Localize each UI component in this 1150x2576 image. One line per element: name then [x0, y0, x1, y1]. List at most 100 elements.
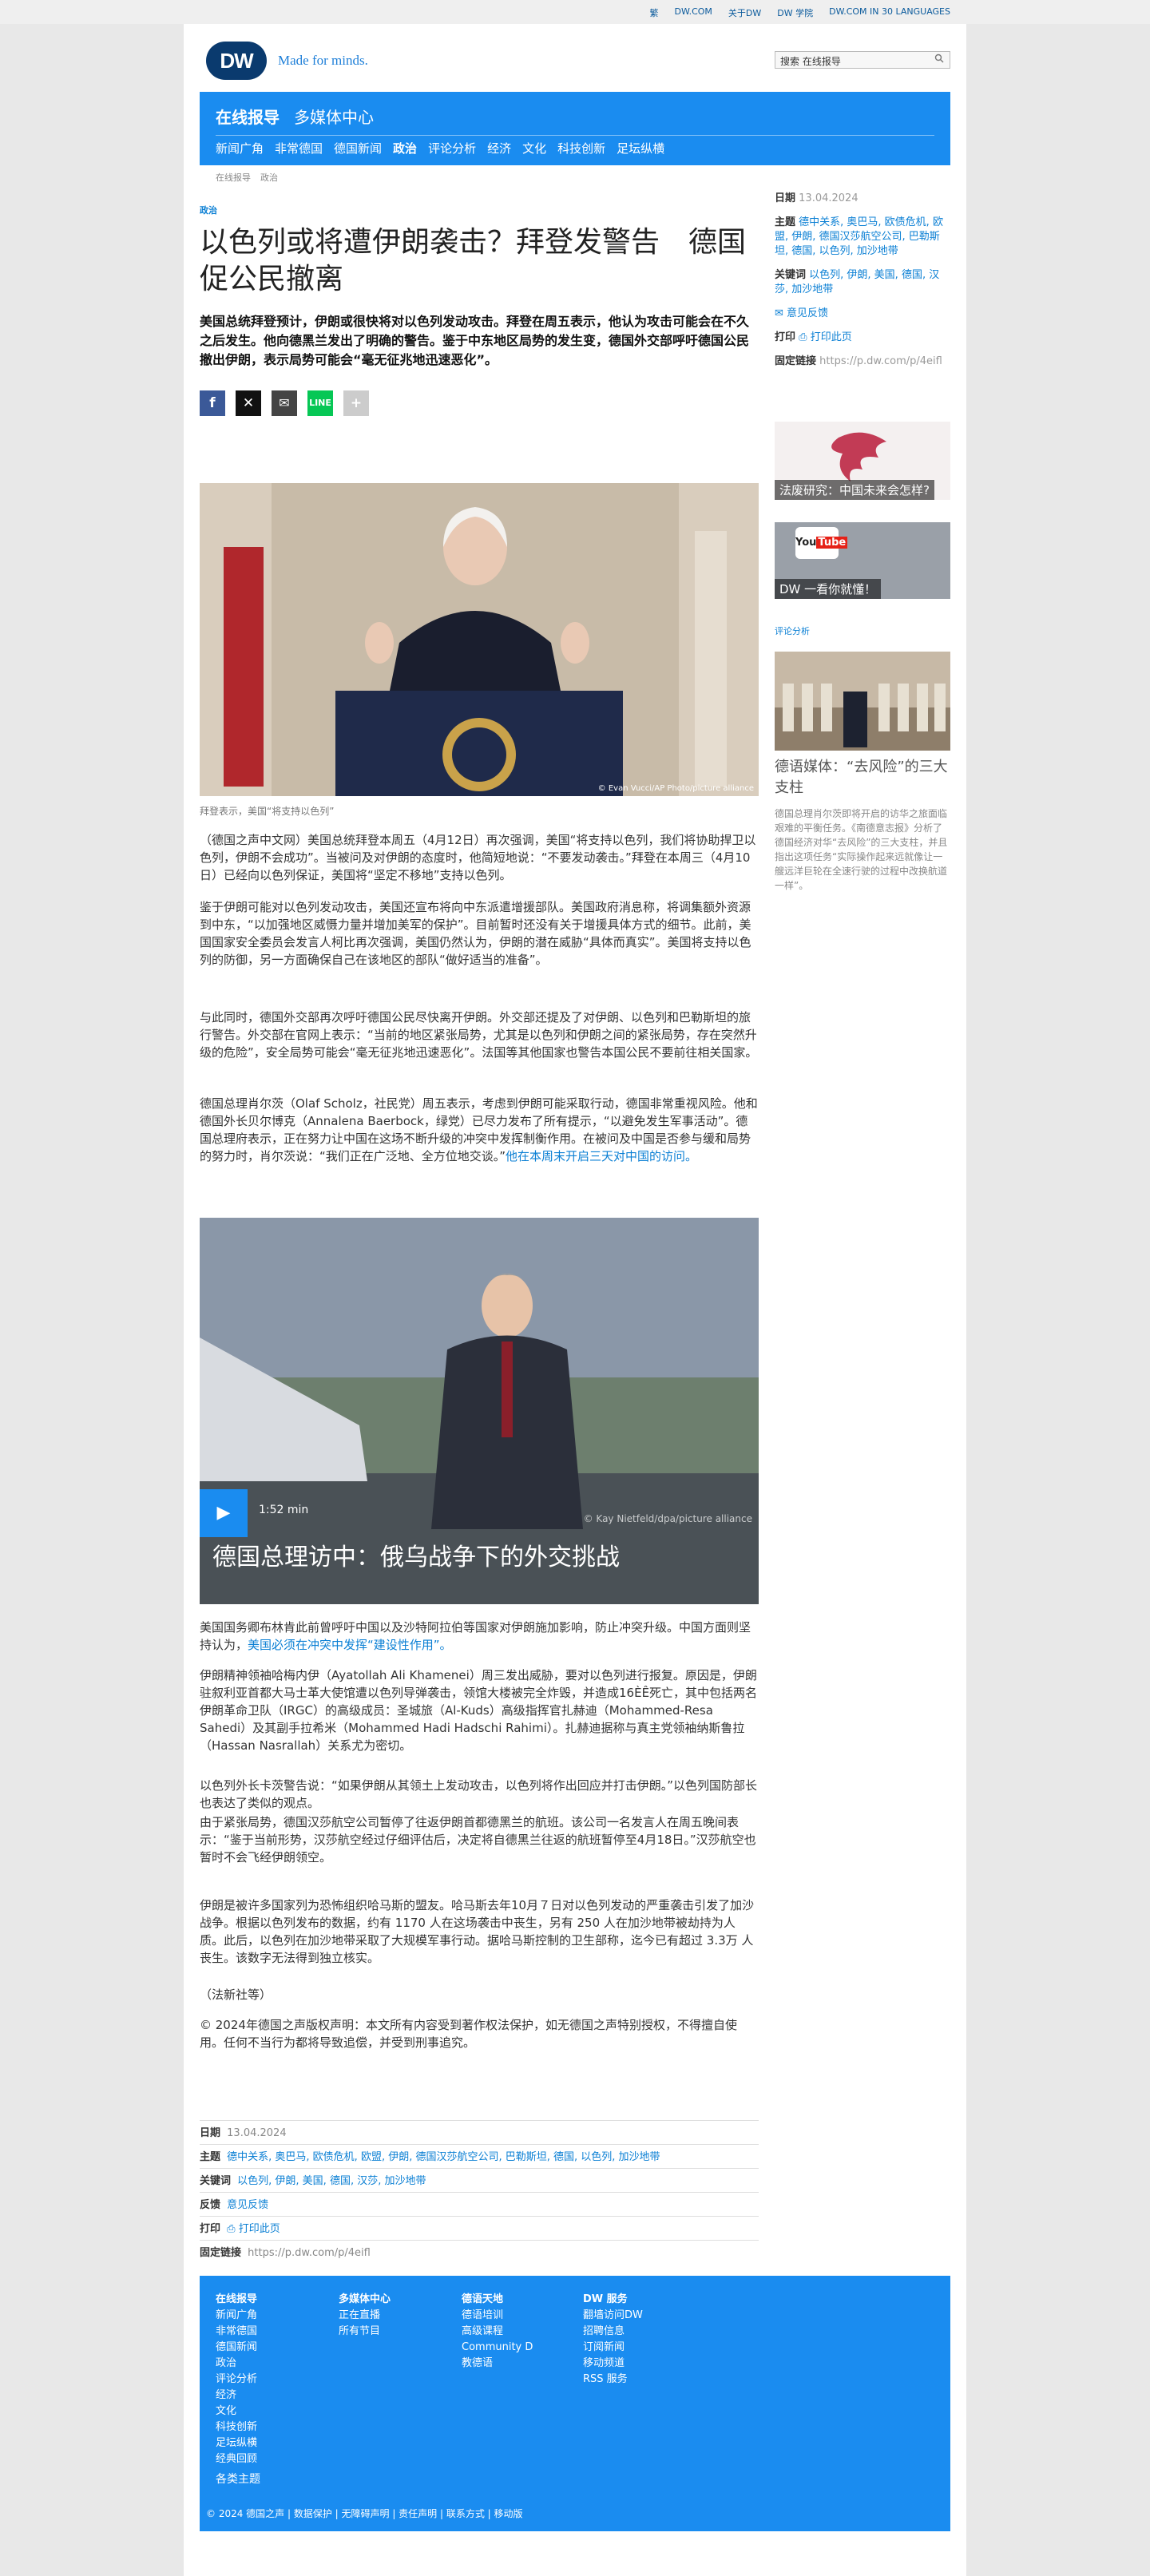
- meta-keywords-value[interactable]: 以色列, 伊朗, 美国, 德国, 汉莎, 加沙地带: [237, 2175, 426, 2187]
- footer-link[interactable]: 所有节目: [339, 2324, 391, 2340]
- footer-link[interactable]: 经济: [216, 2388, 257, 2404]
- facebook-share-icon[interactable]: f: [200, 390, 225, 416]
- nav-item-science[interactable]: 科技创新: [557, 140, 605, 157]
- permalink-value[interactable]: https://p.dw.com/p/4eifl: [248, 2247, 371, 2259]
- footer-link[interactable]: 德语培训: [462, 2308, 533, 2324]
- nav-item-news[interactable]: 新闻广角: [216, 140, 264, 157]
- footer-link[interactable]: 德国新闻: [216, 2340, 257, 2356]
- nav-item-german-news[interactable]: 德国新闻: [334, 140, 382, 157]
- video-title[interactable]: 德国总理访中：俄乌战争下的外交挑战: [212, 1537, 620, 1572]
- search-input[interactable]: 搜索 在线报导: [775, 51, 950, 69]
- utility-link-languages[interactable]: DW.COM IN 30 LANGUAGES: [829, 6, 950, 19]
- feedback-link[interactable]: 意见反馈: [227, 2199, 268, 2211]
- header-divider: [216, 135, 934, 136]
- footer-link[interactable]: RSS 服务: [583, 2372, 643, 2388]
- paragraph-with-link: 德国总理肖尔茨（Olaf Scholz，社民党）周五表示，考虑到伊朗可能采取行动…: [200, 1095, 759, 1165]
- footer-link[interactable]: 移动频道: [583, 2356, 643, 2372]
- footer-col-online: 在线报导 新闻广角 非常德国 德国新闻 政治 评论分析 经济 文化 科技创新 足…: [216, 2292, 257, 2467]
- print-icon[interactable]: ⎙: [227, 2223, 235, 2235]
- meta-feedback-label: 反馈: [200, 2199, 221, 2211]
- footer-link[interactable]: 高级课程: [462, 2324, 533, 2340]
- teaser-title[interactable]: 德语媒体：“去风险”的三大支柱: [775, 757, 950, 799]
- video-player[interactable]: ▶ 1:52 min © Kay Nietfeld/dpa/picture al…: [200, 1218, 759, 1604]
- meta-link-label: 固定链接: [200, 2247, 242, 2259]
- footer-link[interactable]: 新闻广角: [216, 2308, 257, 2324]
- article-kicker[interactable]: 政治: [200, 204, 759, 216]
- paragraph: 伊朗是被许多国家列为恐怖组织哈马斯的盟友。哈马斯去年10月７日对以色列发动的严重…: [200, 1898, 755, 1965]
- footer-link[interactable]: 非常德国: [216, 2324, 257, 2340]
- logo[interactable]: DW Made for minds.: [206, 42, 368, 80]
- print-icon[interactable]: ⎙: [799, 331, 807, 343]
- sidebar-topics-value[interactable]: 德中关系, 奥巴马, 欧债危机, 欧盟, 伊朗, 德国汉莎航空公司, 巴勒斯坦,…: [775, 216, 943, 257]
- sidebar-print-link[interactable]: 打印此页: [811, 331, 852, 343]
- teaser-text: 德国总理肖尔茨即将开启的访华之旅面临艰难的平衡任务。《南德意志报》分析了德国经济…: [775, 808, 948, 891]
- footer-link[interactable]: 政治: [216, 2356, 257, 2372]
- meta-topics-value[interactable]: 德中关系, 奥巴马, 欧债危机, 欧盟, 伊朗, 德国汉莎航空公司, 巴勒斯坦,…: [227, 2151, 660, 2163]
- nav-item-football[interactable]: 足坛纵横: [617, 140, 664, 157]
- footer-link[interactable]: 订阅新闻: [583, 2340, 643, 2356]
- promo-youtube-title[interactable]: DW 一看你就懂！: [775, 579, 882, 599]
- promo-youtube[interactable]: You Tube DW 一看你就懂！: [775, 522, 950, 599]
- footer-copyright[interactable]: © 2024 德国之声 | 数据保护 | 无障碍声明 | 责任声明 | 联系方式…: [206, 2506, 523, 2522]
- breadcrumb-politics[interactable]: 政治: [260, 171, 278, 184]
- feedback-icon[interactable]: ✉: [775, 307, 783, 319]
- line-share-icon[interactable]: LINE: [307, 390, 333, 416]
- paragraph: 伊朗精神领袖哈梅内伊（Ayatollah Ali Khamenei）周三发出威胁…: [200, 1668, 758, 1753]
- photo-caption: 拜登表示，美国“将支持以色列”: [200, 806, 335, 817]
- footer-link[interactable]: 教德语: [462, 2356, 533, 2372]
- footer-topics-link[interactable]: 各类主题: [216, 2471, 260, 2487]
- footer-heading[interactable]: 多媒体中心: [339, 2292, 391, 2308]
- promo-dragon[interactable]: 法废研究：中国未来会怎样?: [775, 422, 950, 500]
- utility-link-traditional[interactable]: 繁: [650, 6, 659, 19]
- footer-link[interactable]: Community D: [462, 2340, 533, 2356]
- print-link[interactable]: 打印此页: [239, 2223, 280, 2235]
- teaser-image[interactable]: [775, 652, 950, 751]
- nav-online-report[interactable]: 在线报导: [216, 105, 280, 128]
- sidebar-feedback-link[interactable]: 意见反馈: [787, 307, 828, 319]
- meta-permalink: 固定链接 https://p.dw.com/p/4eifl: [200, 2240, 759, 2261]
- x-share-icon[interactable]: ✕: [236, 390, 261, 416]
- footer-heading[interactable]: 在线报导: [216, 2292, 257, 2308]
- footer-col-media: 多媒体中心 正在直播 所有节目: [339, 2292, 391, 2340]
- nav-media-center[interactable]: 多媒体中心: [294, 105, 374, 128]
- footer-link[interactable]: 经典回顾: [216, 2451, 257, 2467]
- nav-item-commentary[interactable]: 评论分析: [428, 140, 476, 157]
- footer-heading[interactable]: DW 服务: [583, 2292, 643, 2308]
- meta-keywords: 关键词 以色列, 伊朗, 美国, 德国, 汉莎, 加沙地带: [200, 2168, 759, 2189]
- meta-topics: 主题 德中关系, 奥巴马, 欧债危机, 欧盟, 伊朗, 德国汉莎航空公司, 巴勒…: [200, 2144, 759, 2165]
- sidebar-section-label[interactable]: 评论分析: [775, 624, 810, 637]
- breadcrumb-online-report[interactable]: 在线报导: [216, 171, 251, 184]
- meta-date-value: 13.04.2024: [227, 2127, 287, 2139]
- footer-link[interactable]: 科技创新: [216, 2419, 257, 2435]
- article-lead: 美国总统拜登预计，伊朗或很快将对以色列发动攻击。拜登在周五表示，他认为攻击可能会…: [200, 314, 750, 367]
- promo-dragon-title[interactable]: 法废研究：中国未来会怎样?: [775, 480, 934, 500]
- email-share-icon[interactable]: ✉: [272, 390, 297, 416]
- sidebar-link-label: 固定链接: [775, 355, 817, 367]
- footer-link[interactable]: 招聘信息: [583, 2324, 643, 2340]
- footer-link[interactable]: 正在直播: [339, 2308, 391, 2324]
- search-icon[interactable]: [930, 51, 949, 69]
- nav-item-culture[interactable]: 文化: [522, 140, 546, 157]
- utility-link-dwcom[interactable]: DW.COM: [675, 6, 712, 19]
- sidebar-permalink-value[interactable]: https://p.dw.com/p/4eifl: [819, 355, 942, 367]
- china-visit-link[interactable]: 他在本周末开启三天对中国的访问。: [506, 1149, 697, 1163]
- footer-link[interactable]: 文化: [216, 2404, 257, 2419]
- footer-link[interactable]: 评论分析: [216, 2372, 257, 2388]
- utility-link-about[interactable]: 关于DW: [728, 6, 761, 19]
- footer-heading[interactable]: 德语天地: [462, 2292, 533, 2308]
- sidebar-print: 打印 ⎙ 打印此页: [775, 331, 950, 345]
- nav-item-germany[interactable]: 非常德国: [275, 140, 323, 157]
- footer-link[interactable]: 足坛纵横: [216, 2435, 257, 2451]
- constructive-role-link[interactable]: 美国必须在冲突中发挥“建设性作用”。: [248, 1638, 452, 1652]
- meta-print: 打印 ⎙ 打印此页: [200, 2216, 759, 2237]
- meta-date-label: 日期: [200, 2127, 221, 2139]
- sidebar-print-label: 打印: [775, 331, 796, 343]
- nav-item-economy[interactable]: 经济: [487, 140, 511, 157]
- utility-link-academy[interactable]: DW 学院: [777, 6, 813, 19]
- footer-link[interactable]: 翻墙访问DW: [583, 2308, 643, 2324]
- play-icon[interactable]: ▶: [200, 1489, 248, 1537]
- meta-topics-label: 主题: [200, 2151, 221, 2163]
- nav-item-politics[interactable]: 政治: [393, 140, 417, 157]
- sidebar-keywords: 关键词 以色列, 伊朗, 美国, 德国, 汉莎, 加沙地带: [775, 268, 950, 297]
- more-share-icon[interactable]: +: [343, 390, 369, 416]
